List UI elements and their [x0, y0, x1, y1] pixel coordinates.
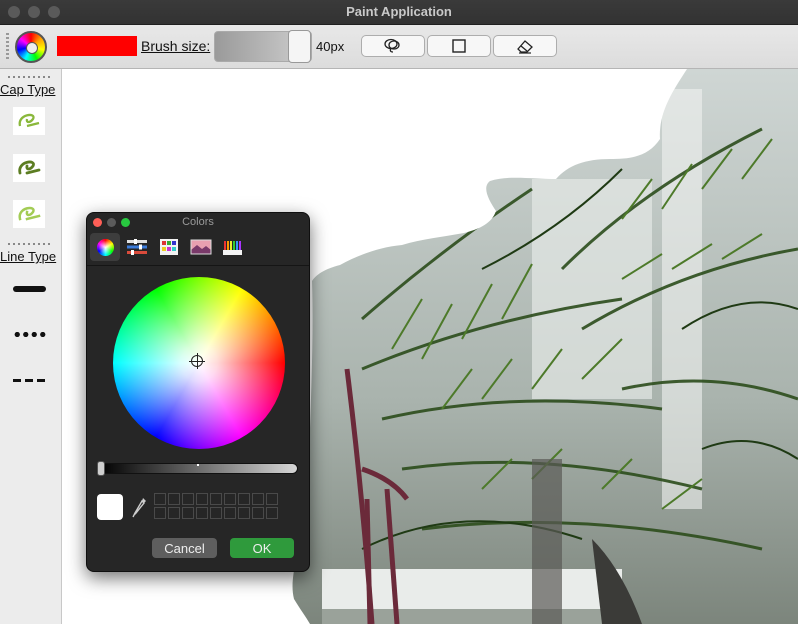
cap-type-title: Cap Type: [0, 82, 56, 97]
favorite-color-slot[interactable]: [266, 507, 278, 519]
favorite-color-slot[interactable]: [252, 507, 264, 519]
brush-size-label: Brush size:: [141, 38, 211, 54]
sidebar: Cap Type Line Type: [0, 69, 62, 624]
eraser-button[interactable]: [493, 35, 557, 57]
favorite-color-slot[interactable]: [210, 507, 222, 519]
cap-square-button[interactable]: [13, 200, 45, 228]
favorite-colors-grid: [154, 493, 278, 519]
favorite-color-slot[interactable]: [210, 493, 222, 505]
color-picker-crosshair[interactable]: [189, 353, 205, 369]
panel-separator: [87, 265, 309, 266]
lasso-icon: [384, 38, 400, 53]
sliders-tab-icon: [127, 239, 147, 255]
palettes-tab-icon: [160, 239, 178, 255]
tab-pencils[interactable]: [218, 233, 248, 261]
tab-color-sliders[interactable]: [122, 233, 152, 261]
sidebar-grip[interactable]: [8, 76, 52, 78]
favorite-color-slot[interactable]: [238, 493, 250, 505]
favorite-color-slot[interactable]: [252, 493, 264, 505]
favorite-color-slot[interactable]: [266, 493, 278, 505]
image-palettes-tab-icon: [190, 239, 212, 255]
color-wheel-tab-icon: [96, 238, 114, 256]
window-title: Paint Application: [346, 4, 452, 19]
current-color-swatch[interactable]: [57, 36, 137, 56]
ok-button[interactable]: OK: [230, 538, 294, 558]
dotted-line-icon[interactable]: [13, 332, 47, 337]
tab-color-palettes[interactable]: [154, 233, 184, 261]
favorite-color-slot[interactable]: [168, 493, 180, 505]
brush-size-slider-thumb[interactable]: [288, 30, 311, 63]
title-bar: Paint Application: [0, 0, 798, 25]
rectangle-icon: [452, 39, 466, 53]
square-cap-icon: [18, 206, 41, 221]
butt-cap-icon: [18, 113, 40, 128]
colors-panel-title: Colors: [182, 216, 214, 228]
favorite-color-slot[interactable]: [182, 493, 194, 505]
pencils-tab-icon: [223, 241, 242, 255]
color-wheel-icon[interactable]: [15, 31, 47, 63]
tab-color-wheel[interactable]: [90, 233, 120, 261]
toolbar: Brush size: 40px: [0, 25, 798, 69]
brightness-tick: [197, 464, 199, 466]
toolbar-grip[interactable]: [6, 33, 9, 61]
eyedropper-icon[interactable]: [132, 496, 148, 518]
cancel-button[interactable]: Cancel: [152, 538, 217, 558]
brightness-slider-thumb[interactable]: [97, 461, 105, 476]
favorite-color-slot[interactable]: [154, 507, 166, 519]
tab-image-palettes[interactable]: [186, 233, 216, 261]
selected-color-well[interactable]: [97, 494, 123, 520]
sidebar-divider: [8, 243, 52, 245]
colors-panel: Colors Cancel OK: [86, 212, 310, 572]
rectangle-button[interactable]: [427, 35, 491, 57]
favorite-color-slot[interactable]: [196, 507, 208, 519]
brush-size-value: 40px: [316, 39, 345, 54]
round-cap-icon: [18, 160, 41, 175]
favorite-color-slot[interactable]: [182, 507, 194, 519]
eraser-icon: [517, 40, 533, 54]
favorite-color-slot[interactable]: [224, 507, 236, 519]
favorite-color-slot[interactable]: [154, 493, 166, 505]
solid-line-icon[interactable]: [13, 286, 46, 292]
favorite-color-slot[interactable]: [196, 493, 208, 505]
favorite-color-slot[interactable]: [238, 507, 250, 519]
cap-round-button[interactable]: [13, 154, 45, 182]
favorite-color-slot[interactable]: [224, 493, 236, 505]
favorite-color-slot[interactable]: [168, 507, 180, 519]
lasso-button[interactable]: [361, 35, 425, 57]
cap-butt-button[interactable]: [13, 107, 45, 135]
dashed-line-icon[interactable]: [13, 379, 47, 382]
line-type-title: Line Type: [0, 249, 57, 264]
